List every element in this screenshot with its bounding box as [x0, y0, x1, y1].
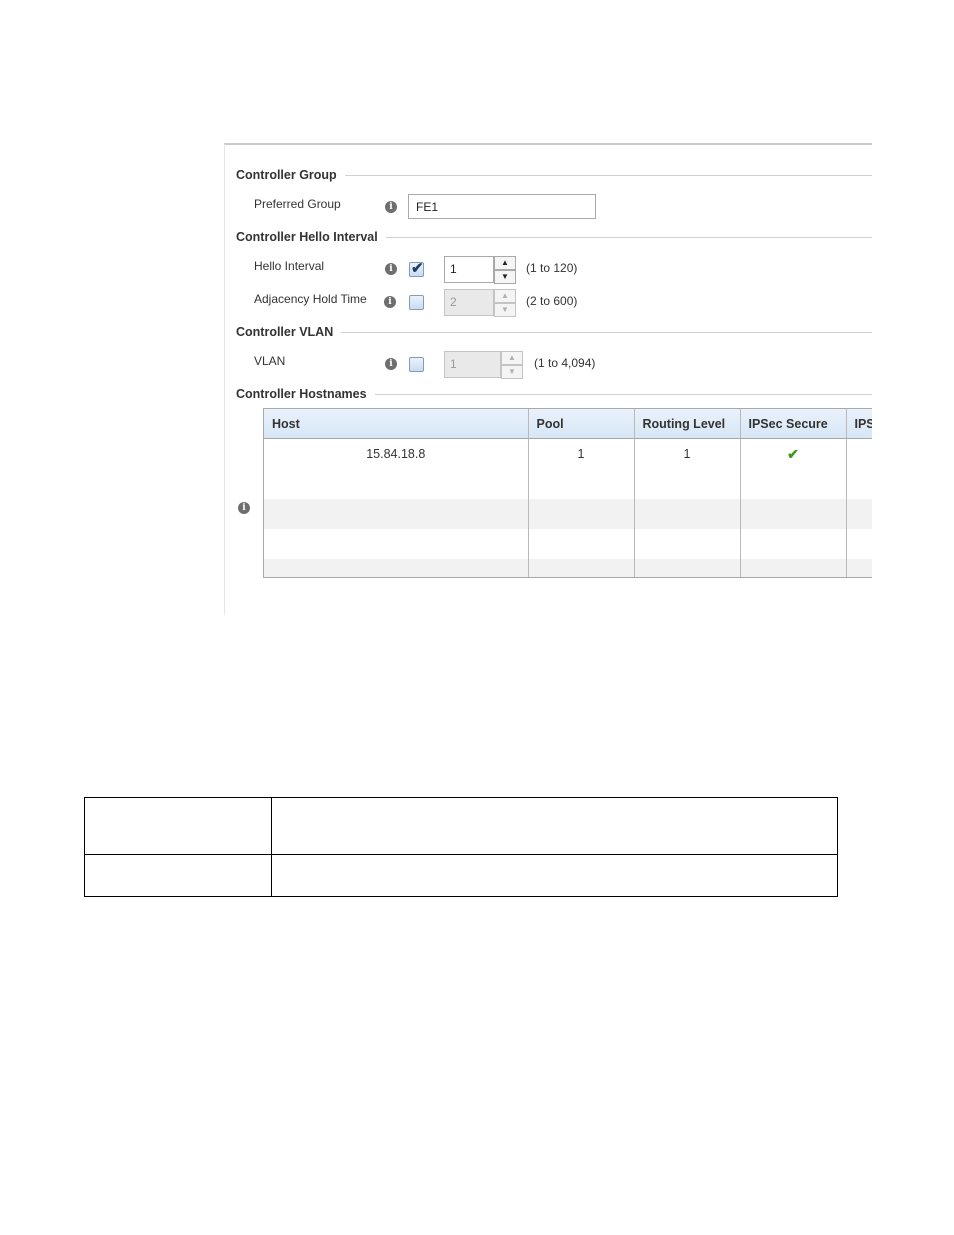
document-table-row — [84, 854, 838, 897]
hello-interval-checkbox[interactable]: ✔ — [409, 260, 424, 277]
table-row — [264, 559, 872, 577]
section-controller-hostnames: Controller Hostnames — [236, 386, 872, 402]
document-table-row — [84, 797, 838, 855]
vlan-range: (1 to 4,094) — [534, 356, 596, 370]
adjacency-hold-time-label: Adjacency Hold Time — [254, 292, 367, 306]
hostnames-table: Host Pool Routing Level IPSec Secure IPS… — [263, 408, 872, 578]
section-divider — [374, 393, 872, 395]
spin-up-icon[interactable]: ▲ — [501, 351, 523, 365]
host-cell: 15.84.18.8 — [264, 438, 529, 469]
column-header-routing-level[interactable]: Routing Level — [634, 409, 741, 439]
document-table-cell — [271, 797, 838, 855]
table-row — [264, 499, 872, 529]
info-icon[interactable]: i — [385, 263, 397, 275]
checkmark-icon: ✔ — [411, 260, 424, 277]
adjacency-hold-time-checkbox[interactable] — [409, 295, 424, 310]
table-row — [264, 529, 872, 559]
section-title: Controller VLAN — [236, 325, 334, 339]
document-table — [84, 797, 838, 897]
hello-interval-value[interactable]: 1 — [444, 256, 494, 283]
adjacency-hold-time-stepper[interactable]: 2 ▲ ▼ — [444, 289, 516, 317]
info-icon[interactable]: i — [238, 502, 250, 514]
table-header-row: Host Pool Routing Level IPSec Secure IPS — [264, 409, 872, 439]
hello-interval-label: Hello Interval — [254, 259, 325, 273]
vlan-checkbox[interactable] — [409, 357, 424, 372]
section-divider — [344, 174, 872, 176]
document-table-cell — [84, 797, 272, 855]
spin-down-icon[interactable]: ▼ — [494, 303, 516, 317]
info-icon[interactable]: i — [385, 201, 397, 213]
document-table-cell — [271, 854, 838, 897]
adjacency-hold-time-value[interactable]: 2 — [444, 289, 494, 316]
section-controller-group: Controller Group — [236, 167, 872, 183]
preferred-group-input[interactable]: FE1 — [408, 194, 596, 219]
document-table-cell — [84, 854, 272, 897]
spin-down-icon[interactable]: ▼ — [501, 365, 523, 379]
ipsec-secure-cell: ✔ — [740, 438, 847, 469]
section-controller-vlan: Controller VLAN — [236, 324, 872, 340]
info-icon[interactable]: i — [384, 296, 396, 308]
pool-cell: 1 — [528, 438, 635, 469]
hello-interval-stepper[interactable]: 1 ▲ ▼ — [444, 256, 516, 284]
section-hello-interval: Controller Hello Interval — [236, 229, 872, 245]
spin-up-icon[interactable]: ▲ — [494, 256, 516, 270]
table-row — [264, 469, 872, 499]
info-icon[interactable]: i — [385, 358, 397, 370]
adjacency-hold-time-range: (2 to 600) — [526, 294, 578, 308]
column-header-ips[interactable]: IPS — [846, 409, 872, 439]
section-title: Controller Hello Interval — [236, 230, 378, 244]
ips-cell — [846, 438, 872, 469]
hello-interval-range: (1 to 120) — [526, 261, 578, 275]
section-title: Controller Group — [236, 168, 337, 182]
routing-level-cell: 1 — [634, 438, 741, 469]
section-title: Controller Hostnames — [236, 387, 367, 401]
vlan-label: VLAN — [254, 354, 286, 368]
section-divider — [385, 236, 872, 238]
table-row[interactable]: 15.84.18.8 1 1 ✔ — [264, 438, 872, 469]
vlan-value[interactable]: 1 — [444, 351, 501, 378]
spin-down-icon[interactable]: ▼ — [494, 270, 516, 284]
column-header-ipsec-secure[interactable]: IPSec Secure — [740, 409, 847, 439]
vlan-stepper[interactable]: 1 ▲ ▼ — [444, 351, 523, 379]
spin-up-icon[interactable]: ▲ — [494, 289, 516, 303]
preferred-group-label: Preferred Group — [254, 197, 341, 211]
column-header-host[interactable]: Host — [264, 409, 529, 439]
column-header-pool[interactable]: Pool — [528, 409, 635, 439]
controller-settings-panel: Controller Group Preferred Group i FE1 C… — [224, 143, 872, 615]
check-icon: ✔ — [787, 445, 799, 462]
section-divider — [341, 331, 872, 333]
